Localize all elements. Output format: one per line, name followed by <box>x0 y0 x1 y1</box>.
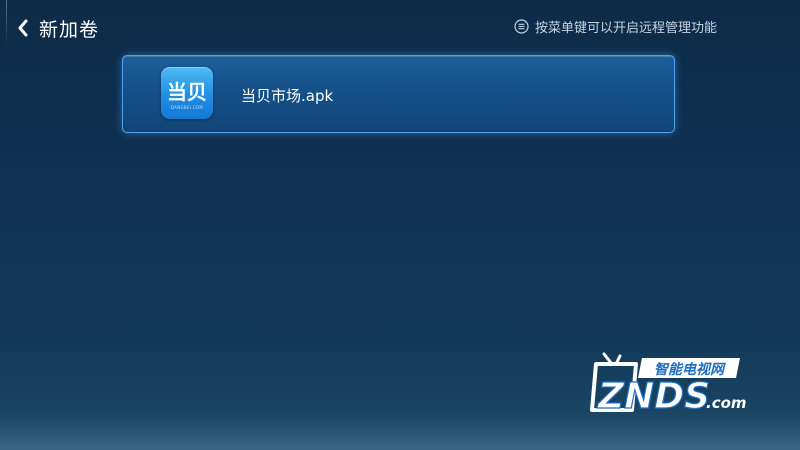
menu-hint: 按菜单键可以开启远程管理功能 <box>514 16 717 36</box>
chevron-left-icon <box>14 19 32 37</box>
dangbei-app-icon: 当贝 DANGBEI.COM <box>161 67 213 119</box>
app-icon-text: 当贝 <box>167 80 207 104</box>
watermark-suffix: .com <box>706 394 747 412</box>
menu-lines-icon <box>514 18 529 34</box>
menu-hint-text: 按菜单键可以开启远程管理功能 <box>534 20 717 36</box>
app-icon-subtext: DANGBEI.COM <box>170 105 204 110</box>
file-name: 当贝市场.apk <box>241 87 334 105</box>
back-button[interactable]: 新加卷 <box>14 12 99 44</box>
watermark-main-text: ZNDS <box>597 376 710 417</box>
left-edge-divider <box>6 0 7 46</box>
file-item-apk[interactable]: 当贝 DANGBEI.COM 当贝市场.apk <box>122 55 675 133</box>
znds-watermark-logo: 智能电视网 ZNDS .com <box>590 348 760 420</box>
page-title: 新加卷 <box>39 18 100 41</box>
header-bar: 新加卷 按菜单键可以开启远程管理功能 <box>0 0 800 54</box>
